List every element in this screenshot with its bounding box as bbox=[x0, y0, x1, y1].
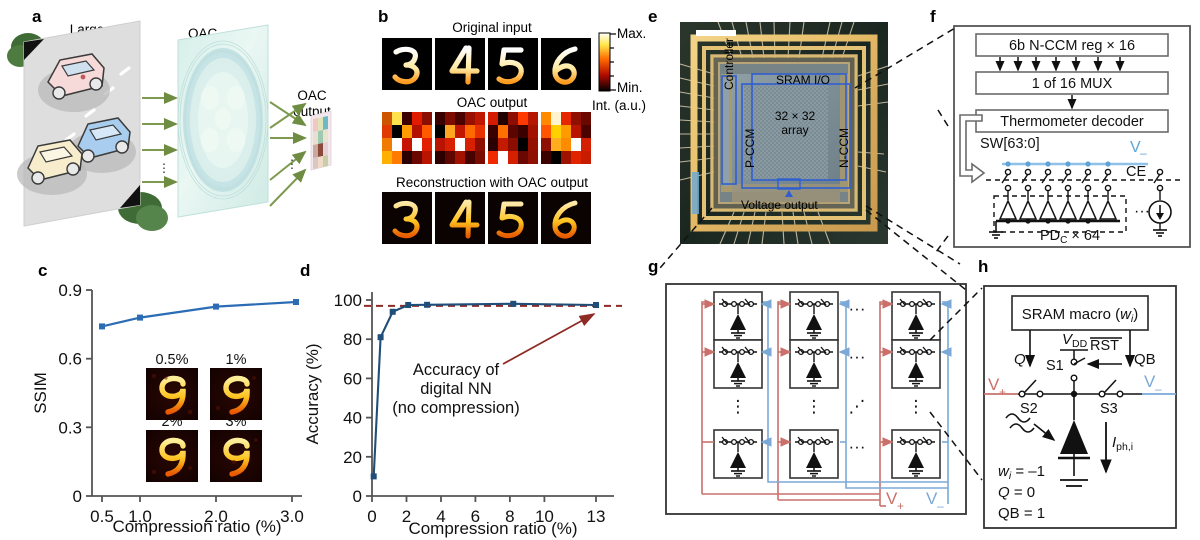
connector-e-to-h bbox=[865, 209, 967, 291]
connector-g-to-h-bottom bbox=[929, 411, 983, 481]
connector-g-to-h-top bbox=[929, 287, 983, 341]
figure-root: a Large-scale input OAC OAC output bbox=[0, 0, 1200, 540]
connector-f-stub-bottom bbox=[935, 235, 949, 253]
connector-e-to-f bbox=[854, 27, 956, 89]
connector-f-stub-top bbox=[937, 109, 949, 127]
connector-e-to-g-left bbox=[659, 207, 713, 269]
connector-e-to-g-right bbox=[865, 205, 961, 265]
panel-connector-lines bbox=[659, 27, 983, 481]
